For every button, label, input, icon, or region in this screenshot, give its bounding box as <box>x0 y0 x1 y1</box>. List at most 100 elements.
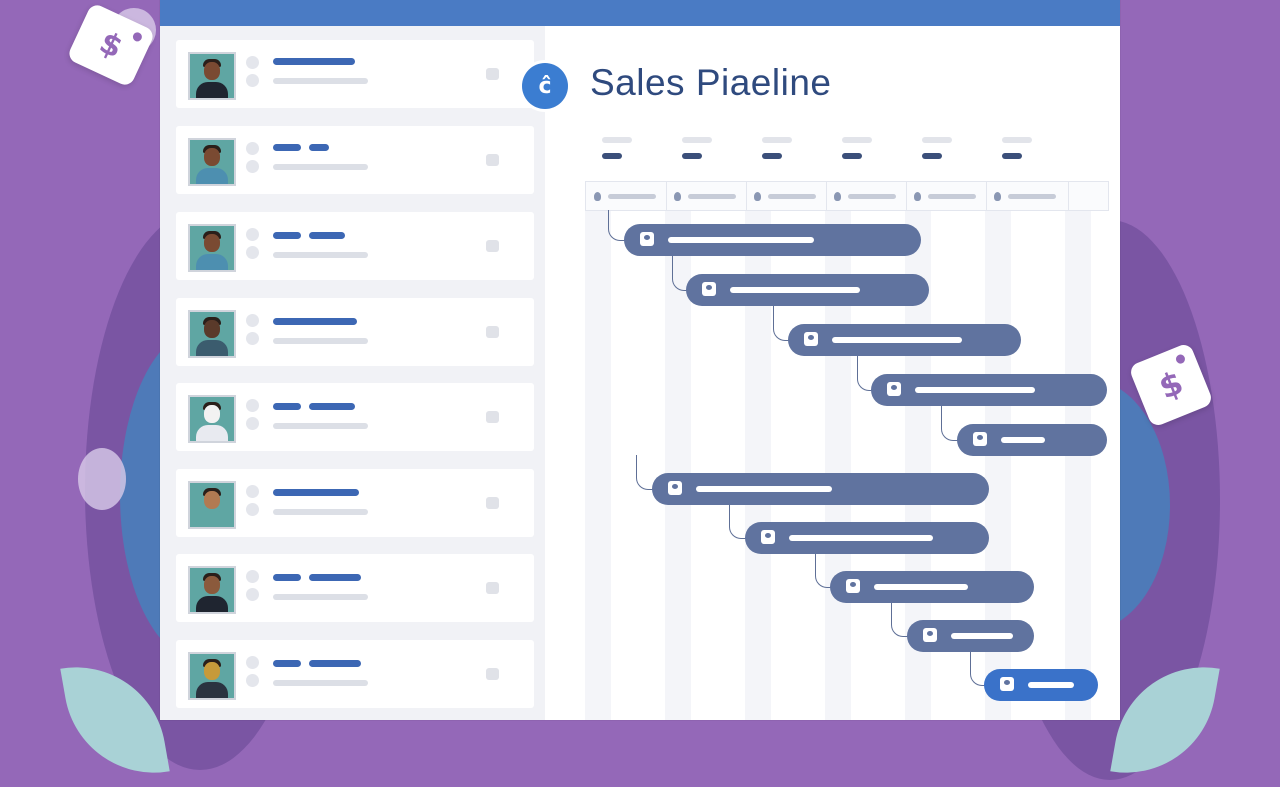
contact-card[interactable] <box>176 554 534 622</box>
contact-card[interactable] <box>176 640 534 708</box>
deal-icon <box>973 432 987 446</box>
column-label-placeholder <box>762 137 792 143</box>
contact-name-placeholder <box>273 574 301 581</box>
avatar <box>188 224 236 272</box>
person-icon <box>994 192 1001 201</box>
status-dot <box>246 142 259 155</box>
pipeline-deal-bar[interactable] <box>652 473 989 505</box>
contact-detail-placeholder <box>273 594 368 600</box>
status-dot <box>246 56 259 69</box>
column-value-placeholder <box>682 153 702 159</box>
card-action-icon[interactable] <box>486 326 499 338</box>
timeline-column-header[interactable] <box>666 182 747 210</box>
flower-decoration <box>78 448 126 510</box>
contact-sidebar <box>160 26 545 720</box>
card-action-icon[interactable] <box>486 411 499 423</box>
card-action-icon[interactable] <box>486 497 499 509</box>
timeline-column-header[interactable] <box>586 182 667 210</box>
pipeline-deal-bar[interactable] <box>686 274 929 306</box>
avatar <box>188 138 236 186</box>
contact-name-placeholder <box>273 660 301 667</box>
column-label-placeholder <box>602 137 632 143</box>
card-action-icon[interactable] <box>486 582 499 594</box>
pipeline-deal-bar[interactable] <box>830 571 1034 603</box>
timeline-column-stripe <box>585 210 611 720</box>
contact-name-placeholder <box>273 58 355 65</box>
person-icon <box>594 192 601 201</box>
person-icon <box>674 192 681 201</box>
contact-name-placeholder <box>309 144 329 151</box>
pipeline-deal-bar-active[interactable] <box>984 669 1098 701</box>
contact-name-placeholder <box>273 403 301 410</box>
contact-card[interactable] <box>176 469 534 537</box>
app-window <box>160 0 1120 720</box>
status-dot <box>246 314 259 327</box>
contact-name-placeholder <box>309 660 361 667</box>
contact-name-placeholder <box>273 489 359 496</box>
person-icon <box>754 192 761 201</box>
window-top-bar <box>160 0 1120 29</box>
status-dot <box>246 485 259 498</box>
status-dot <box>246 503 259 516</box>
avatar <box>188 52 236 100</box>
deal-icon <box>761 530 775 544</box>
deal-icon <box>640 232 654 246</box>
column-label-placeholder <box>922 137 952 143</box>
timeline-column-header[interactable] <box>826 182 907 210</box>
pipeline-deal-bar[interactable] <box>788 324 1021 356</box>
status-dot <box>246 417 259 430</box>
timeline-column-stripe <box>1065 210 1091 720</box>
avatar <box>188 566 236 614</box>
pipeline-logo-icon: ĉ <box>522 63 568 109</box>
timeline-column-header[interactable] <box>986 182 1069 210</box>
status-dot <box>246 674 259 687</box>
status-dot <box>246 399 259 412</box>
pipeline-deal-bar[interactable] <box>907 620 1034 652</box>
contact-name-placeholder <box>273 318 357 325</box>
contact-detail-placeholder <box>273 78 368 84</box>
status-dot <box>246 332 259 345</box>
pipeline-deal-bar[interactable] <box>745 522 989 554</box>
pipeline-deal-bar[interactable] <box>957 424 1107 456</box>
status-dot <box>246 74 259 87</box>
contact-card[interactable] <box>176 212 534 280</box>
column-value-placeholder <box>602 153 622 159</box>
timeline-column-header[interactable] <box>906 182 987 210</box>
column-value-placeholder <box>1002 153 1022 159</box>
avatar <box>188 481 236 529</box>
status-dot <box>246 160 259 173</box>
column-label-placeholder <box>1002 137 1032 143</box>
card-action-icon[interactable] <box>486 240 499 252</box>
avatar <box>188 652 236 700</box>
avatar <box>188 310 236 358</box>
person-icon <box>834 192 841 201</box>
status-dot <box>246 570 259 583</box>
contact-detail-placeholder <box>273 509 368 515</box>
deal-icon <box>923 628 937 642</box>
deal-icon <box>804 332 818 346</box>
status-dot <box>246 588 259 601</box>
status-dot <box>246 246 259 259</box>
card-action-icon[interactable] <box>486 154 499 166</box>
deal-icon <box>668 481 682 495</box>
deal-icon <box>1000 677 1014 691</box>
contact-card[interactable] <box>176 298 534 366</box>
timeline-column-header[interactable] <box>746 182 827 210</box>
pipeline-deal-bar[interactable] <box>871 374 1107 406</box>
column-label-placeholder <box>842 137 872 143</box>
avatar <box>188 395 236 443</box>
deal-icon <box>846 579 860 593</box>
deal-icon <box>702 282 716 296</box>
contact-card[interactable] <box>176 383 534 451</box>
contact-card[interactable] <box>176 40 534 108</box>
column-value-placeholder <box>922 153 942 159</box>
contact-card[interactable] <box>176 126 534 194</box>
contact-name-placeholder <box>273 232 301 239</box>
column-label-placeholder <box>682 137 712 143</box>
pipeline-deal-bar[interactable] <box>624 224 921 256</box>
contact-name-placeholder <box>309 403 355 410</box>
card-action-icon[interactable] <box>486 668 499 680</box>
card-action-icon[interactable] <box>486 68 499 80</box>
status-dot <box>246 228 259 241</box>
contact-detail-placeholder <box>273 164 368 170</box>
